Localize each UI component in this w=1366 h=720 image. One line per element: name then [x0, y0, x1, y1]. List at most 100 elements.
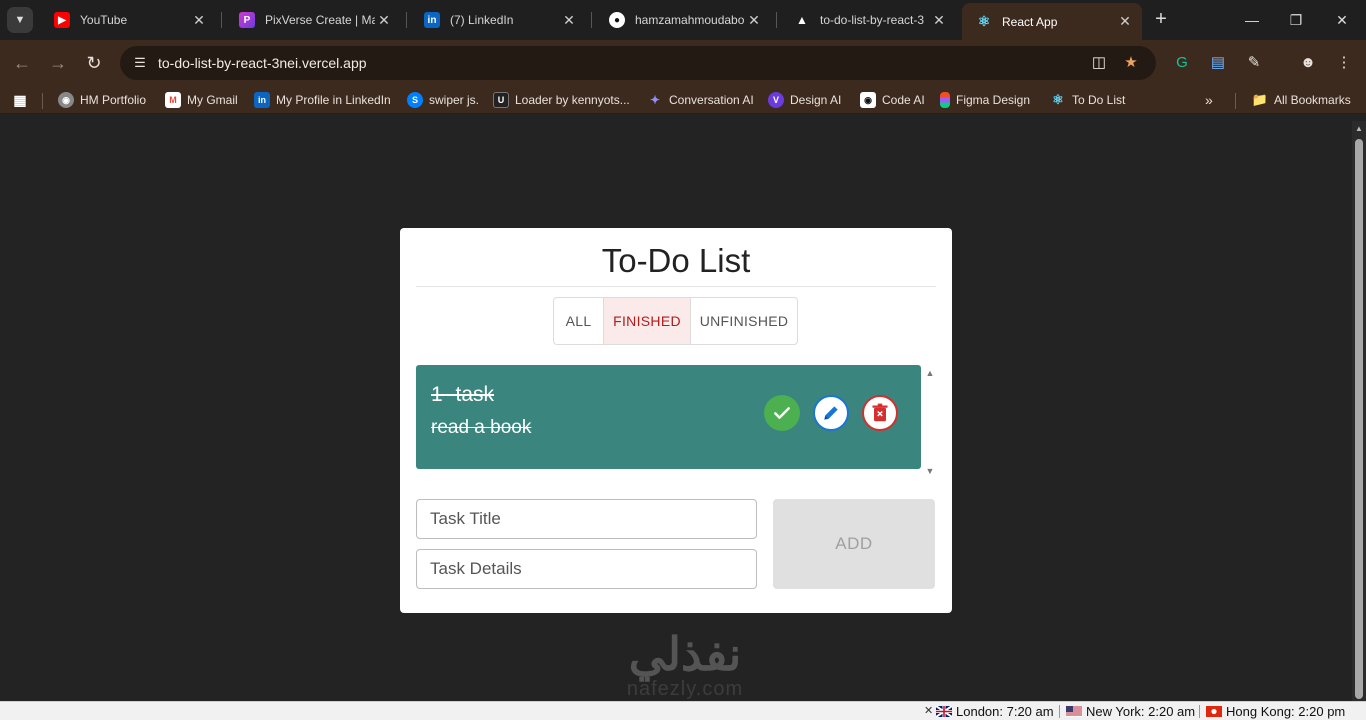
clock-divider — [1199, 705, 1200, 718]
clock-london: London: 7:20 am — [936, 704, 1054, 719]
clock-divider — [1059, 705, 1060, 718]
bookmark-linkedin-profile[interactable]: in My Profile in LinkedIn — [254, 91, 391, 109]
globe-icon: ◉ — [58, 92, 74, 108]
close-icon[interactable]: ✕ — [190, 12, 208, 29]
github-icon: ● — [609, 12, 625, 28]
bookmark-code-ai[interactable]: ◉ Code AI — [860, 91, 925, 109]
install-app-icon[interactable]: ◫ — [1088, 52, 1110, 74]
react-icon: ⚛ — [1052, 92, 1064, 107]
folder-icon: 📁 — [1251, 92, 1269, 107]
filter-finished-button[interactable]: FINISHED — [604, 298, 691, 344]
tab-title: YouTube — [80, 13, 128, 27]
filter-toggle-group: ALL FINISHED UNFINISHED — [553, 297, 798, 345]
pencil-icon — [824, 406, 838, 420]
task-list-scrollbar[interactable]: ▲ ▼ — [923, 365, 937, 477]
bookmarks-bar: ▦ ◉ HM Portfolio M My Gmail in My Profil… — [0, 86, 1366, 114]
profile-avatar-icon[interactable]: ☻ — [1296, 51, 1320, 75]
vercel-icon: ▲ — [796, 13, 808, 27]
apps-grid-icon[interactable]: ▦ — [12, 91, 34, 109]
bookmark-divider — [42, 93, 43, 109]
bookmark-label: swiper js. — [429, 93, 480, 107]
menu-kebab-icon[interactable]: ⋮ — [1332, 51, 1356, 75]
grammarly-icon[interactable]: G — [1170, 51, 1194, 75]
bookmark-conversation-ai[interactable]: ✦ Conversation AI — [647, 91, 754, 109]
url-text[interactable]: to-do-list-by-react-3nei.vercel.app — [158, 55, 367, 71]
figma-icon — [940, 92, 950, 108]
scroll-up-icon[interactable]: ▲ — [1354, 124, 1364, 134]
close-icon[interactable]: ✕ — [924, 704, 933, 717]
bookmark-hm-portfolio[interactable]: ◉ HM Portfolio — [58, 91, 146, 109]
close-icon[interactable]: ✕ — [745, 12, 763, 29]
scroll-down-icon[interactable]: ▼ — [924, 466, 936, 476]
tab-divider — [221, 12, 222, 28]
bookmark-figma[interactable]: Figma Design — [940, 91, 1030, 109]
task-details-input[interactable] — [416, 549, 757, 589]
react-icon: ⚛ — [977, 13, 991, 29]
delete-task-button[interactable] — [862, 395, 898, 431]
site-info-icon[interactable]: ☰ — [128, 51, 152, 75]
minimize-button[interactable]: — — [1240, 8, 1264, 32]
complete-task-button[interactable] — [764, 395, 800, 431]
bookmark-swiper[interactable]: S swiper js. — [407, 91, 479, 109]
clock-new-york: New York: 2:20 am — [1066, 704, 1195, 719]
clock-label: London: 7:20 am — [956, 704, 1054, 719]
tab-divider — [776, 12, 777, 28]
bookmark-star-icon[interactable]: ★ — [1120, 52, 1142, 74]
linkedin-icon: in — [254, 92, 270, 108]
check-icon — [774, 407, 790, 419]
pixverse-icon: P — [239, 12, 255, 28]
tab-strip: ▼ ▶ YouTube ✕ P PixVerse Create | Mak ✕ … — [0, 0, 1366, 40]
close-icon[interactable]: ✕ — [375, 12, 393, 29]
browser-toolbar: ← → ↻ ☰ to-do-list-by-react-3nei.vercel.… — [0, 40, 1366, 86]
tab-search-button[interactable]: ▼ — [7, 7, 33, 33]
tab-pixverse[interactable]: P PixVerse Create | Mak ✕ — [225, 3, 401, 37]
uk-flag-icon — [936, 706, 952, 717]
edit-task-button[interactable] — [813, 395, 849, 431]
filter-unfinished-button[interactable]: UNFINISHED — [691, 298, 797, 344]
tab-title: hamzamahmoudabo — [635, 13, 745, 27]
bookmark-to-do-list[interactable]: ⚛ To Do List — [1050, 91, 1125, 109]
tab-youtube[interactable]: ▶ YouTube ✕ — [40, 3, 216, 37]
tab-linkedin[interactable]: in (7) LinkedIn ✕ — [410, 3, 586, 37]
address-bar[interactable]: ☰ to-do-list-by-react-3nei.vercel.app ◫ … — [120, 46, 1156, 80]
swiper-icon: S — [407, 92, 423, 108]
page-scrollbar[interactable]: ▲ — [1352, 121, 1366, 701]
bookmark-label: HM Portfolio — [80, 93, 147, 107]
restore-button[interactable]: ❐ — [1284, 8, 1308, 32]
extension-radio-icon[interactable]: ▤ — [1206, 51, 1230, 75]
forward-button[interactable]: → — [46, 51, 70, 75]
bookmark-label: Loader by kennyots... — [515, 93, 630, 107]
world-clock-bar: ✕ London: 7:20 am New York: 2:20 am Hong… — [0, 701, 1366, 720]
all-bookmarks-folder[interactable]: 📁 All Bookmarks — [1252, 91, 1351, 109]
scroll-up-icon[interactable]: ▲ — [924, 368, 936, 378]
bookmark-label: Figma Design — [956, 93, 1031, 107]
close-icon[interactable]: ✕ — [930, 12, 948, 29]
all-bookmarks-label: All Bookmarks — [1274, 93, 1351, 107]
back-button[interactable]: ← — [10, 51, 34, 75]
extensions-icon[interactable]: ✎ — [1242, 51, 1266, 75]
tab-github[interactable]: ● hamzamahmoudabo ✕ — [595, 3, 771, 37]
tab-divider — [406, 12, 407, 28]
new-tab-button[interactable]: + — [1150, 9, 1172, 31]
task-card: 1- task read a book — [416, 365, 921, 469]
close-icon[interactable]: ✕ — [560, 12, 578, 29]
reload-button[interactable]: ↻ — [82, 51, 106, 75]
add-task-button[interactable]: ADD — [773, 499, 935, 589]
filter-all-button[interactable]: ALL — [554, 298, 604, 344]
bookmark-my-gmail[interactable]: M My Gmail — [165, 91, 238, 109]
bookmark-loader[interactable]: U Loader by kennyots... — [493, 91, 630, 109]
close-icon[interactable]: ✕ — [1116, 13, 1134, 30]
more-bookmarks-icon[interactable]: » — [1205, 91, 1213, 109]
scrollbar-thumb[interactable] — [1355, 139, 1363, 699]
title-divider — [416, 286, 936, 287]
task-title-input[interactable] — [416, 499, 757, 539]
tab-title: React App — [1002, 14, 1058, 29]
conversation-ai-icon: ✦ — [649, 93, 661, 107]
page-title: To-Do List — [601, 242, 751, 279]
bookmark-design-ai[interactable]: V Design AI — [768, 91, 841, 109]
clock-hong-kong: Hong Kong: 2:20 pm — [1206, 704, 1345, 719]
tab-vercel[interactable]: ▲ to-do-list-by-react-3 ✕ — [780, 3, 956, 37]
close-window-button[interactable]: ✕ — [1330, 8, 1354, 32]
tab-title: (7) LinkedIn — [450, 13, 514, 27]
tab-react-app[interactable]: ⚛ React App ✕ — [962, 3, 1142, 40]
